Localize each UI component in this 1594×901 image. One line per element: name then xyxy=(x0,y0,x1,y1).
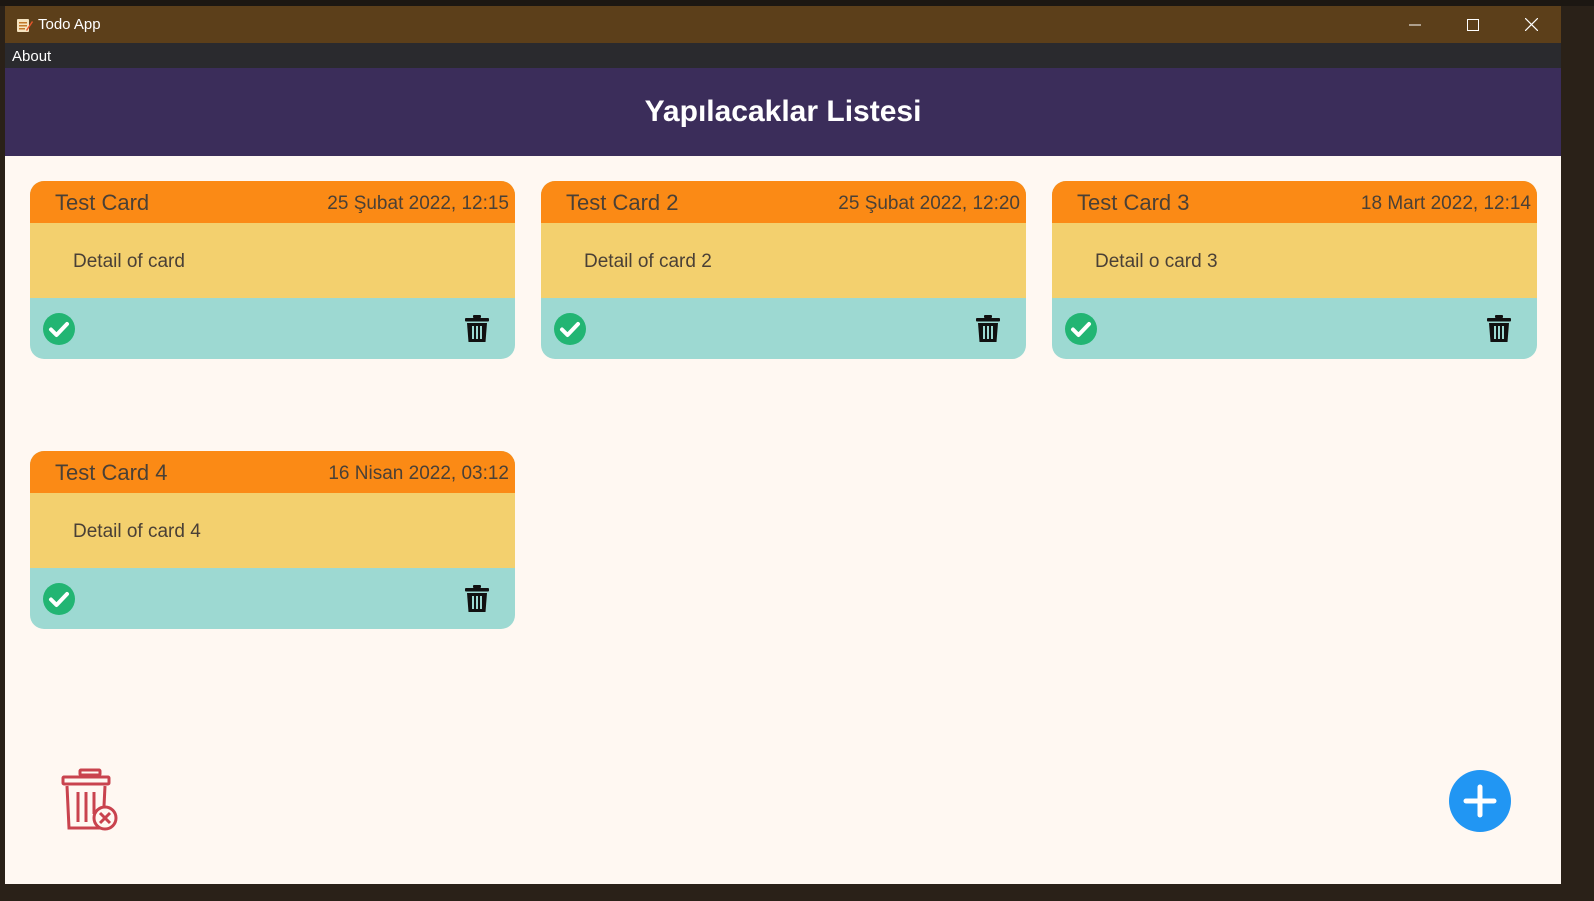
app-icon xyxy=(17,19,33,32)
card-body: Detail of card 4 xyxy=(30,493,515,568)
minimize-button[interactable] xyxy=(1386,6,1444,43)
card-body: Detail of card xyxy=(30,223,515,298)
card-title: Test Card 2 xyxy=(566,190,679,215)
card-header: Test Card 25 Şubat 2022, 12:15 xyxy=(30,181,515,223)
card-footer xyxy=(1052,298,1537,359)
trash-x-icon[interactable] xyxy=(60,768,120,832)
trash-icon[interactable] xyxy=(465,315,489,342)
page-header: Yapılacaklar Listesi xyxy=(5,68,1561,156)
card-header: Test Card 4 16 Nisan 2022, 03:12 xyxy=(30,451,515,493)
plus-icon xyxy=(1463,784,1497,818)
app-window: Todo App About Yapılacaklar Listesi Test… xyxy=(5,6,1561,884)
card-date: 18 Mart 2022, 12:14 xyxy=(1360,193,1531,214)
maximize-button[interactable] xyxy=(1444,6,1502,43)
menu-bar: About xyxy=(5,43,1561,68)
add-card-button[interactable] xyxy=(1449,770,1511,832)
todo-card: Test Card 3 18 Mart 2022, 12:14 Detail o… xyxy=(1052,181,1537,359)
card-footer xyxy=(30,298,515,359)
card-detail: Detail of card 2 xyxy=(584,251,712,272)
trash-icon[interactable] xyxy=(465,585,489,612)
card-detail: Detail o card 3 xyxy=(1095,251,1218,272)
check-circle-icon[interactable] xyxy=(43,313,75,345)
page-title: Yapılacaklar Listesi xyxy=(644,95,922,128)
card-header: Test Card 2 25 Şubat 2022, 12:20 xyxy=(541,181,1026,223)
trash-icon[interactable] xyxy=(1487,315,1511,342)
card-title: Test Card 4 xyxy=(55,460,168,485)
card-footer xyxy=(541,298,1026,359)
check-circle-icon[interactable] xyxy=(554,313,586,345)
card-date: 25 Şubat 2022, 12:15 xyxy=(327,193,509,214)
todo-card: Test Card 25 Şubat 2022, 12:15 Detail of… xyxy=(30,181,515,359)
close-button[interactable] xyxy=(1502,6,1560,43)
card-detail: Detail of card 4 xyxy=(73,521,201,542)
maximize-icon xyxy=(1467,18,1479,31)
card-body: Detail o card 3 xyxy=(1052,223,1537,298)
todo-card: Test Card 2 25 Şubat 2022, 12:20 Detail … xyxy=(541,181,1026,359)
check-circle-icon[interactable] xyxy=(1065,313,1097,345)
card-header: Test Card 3 18 Mart 2022, 12:14 xyxy=(1052,181,1537,223)
trash-icon[interactable] xyxy=(976,315,1000,342)
card-date: 16 Nisan 2022, 03:12 xyxy=(328,463,509,484)
card-date: 25 Şubat 2022, 12:20 xyxy=(838,193,1020,214)
minimize-icon xyxy=(1409,24,1421,25)
card-detail: Detail of card xyxy=(73,251,185,272)
title-bar: Todo App xyxy=(5,6,1561,43)
window-title: Todo App xyxy=(38,16,101,33)
check-circle-icon[interactable] xyxy=(43,583,75,615)
card-title: Test Card xyxy=(55,190,150,215)
menu-item-about[interactable]: About xyxy=(12,48,51,65)
card-body: Detail of card 2 xyxy=(541,223,1026,298)
card-title: Test Card 3 xyxy=(1077,190,1190,215)
close-icon xyxy=(1524,18,1538,31)
card-footer xyxy=(30,568,515,629)
todo-card: Test Card 4 16 Nisan 2022, 03:12 Detail … xyxy=(30,451,515,629)
